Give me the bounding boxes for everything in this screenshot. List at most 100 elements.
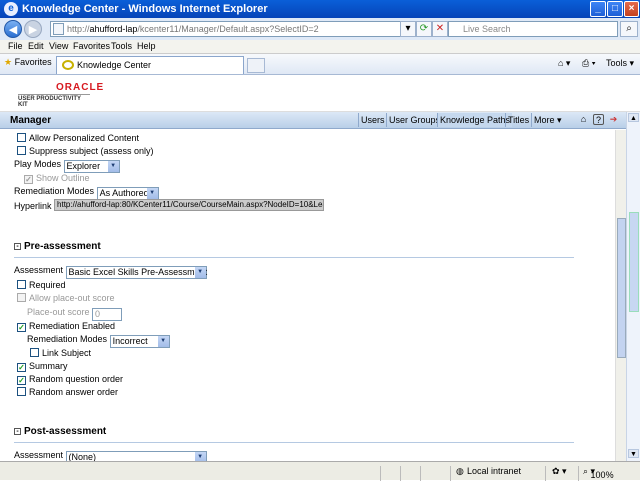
menu-tools[interactable]: Tools	[111, 41, 132, 51]
chevron-down-icon: ▼	[194, 452, 206, 461]
nav-knowledge-paths[interactable]: Knowledge Paths	[437, 113, 513, 127]
ie-icon: e	[4, 2, 18, 16]
menu-file[interactable]: File	[8, 41, 23, 51]
pre-remediation-modes-value: Incorrect	[112, 336, 148, 346]
stop-icon[interactable]: ✕	[432, 21, 448, 37]
random-answer-row: Random answer order	[17, 386, 118, 398]
remediation-enabled-checkbox[interactable]: ✓	[17, 323, 26, 332]
scroll-down-icon[interactable]: ▼	[628, 449, 639, 458]
page-scrollbar-thumb[interactable]	[629, 212, 639, 312]
menu-edit[interactable]: Edit	[28, 41, 44, 51]
remediation-modes-row: Remediation Modes As Authored ▼	[14, 185, 159, 200]
pre-assessment-select[interactable]: Basic Excel Skills Pre-Assessment ▼	[65, 266, 208, 279]
menu-help[interactable]: Help	[137, 41, 156, 51]
help-icon[interactable]: ?	[593, 114, 604, 125]
link-subject-checkbox[interactable]	[30, 348, 39, 357]
chevron-down-icon: ▼	[194, 267, 206, 278]
show-outline-row: ✓ Show Outline	[24, 172, 90, 184]
scroll-up-icon[interactable]: ▲	[628, 113, 639, 122]
search-input[interactable]: Live Search	[448, 21, 618, 37]
home-icon[interactable]: ⌂ ▾	[558, 58, 570, 69]
post-assessment-select[interactable]: (None) ▼	[65, 451, 207, 461]
home-icon[interactable]: ⌂	[578, 114, 589, 125]
post-assessment-label: Assessment	[14, 450, 64, 460]
collapse-icon[interactable]: -	[14, 243, 21, 250]
nav-user-groups[interactable]: User Groups	[386, 113, 442, 127]
close-button[interactable]: ×	[624, 1, 639, 17]
suppress-subject-row: Suppress subject (assess only)	[17, 145, 154, 157]
zone-label: Local intranet	[467, 466, 522, 476]
post-assessment-row: Assessment (None) ▼	[14, 449, 207, 461]
search-icon[interactable]: ⌕	[620, 21, 638, 37]
divider	[400, 466, 401, 481]
divider	[380, 466, 381, 481]
nav-titles[interactable]: Titles	[505, 113, 531, 127]
content-scrollbar[interactable]	[615, 130, 626, 461]
collapse-icon[interactable]: -	[14, 428, 21, 435]
required-checkbox[interactable]	[17, 280, 26, 289]
random-answer-checkbox[interactable]	[17, 387, 26, 396]
address-dropdown-icon[interactable]: ▾	[400, 21, 416, 37]
address-prefix: http://	[67, 24, 90, 34]
zoom-control[interactable]: ⌕ 100% ▾	[583, 466, 614, 480]
tools-label: Tools	[606, 58, 628, 68]
allow-placeout-checkbox[interactable]	[17, 293, 26, 302]
logout-icon[interactable]: ➔	[608, 114, 619, 125]
menu-view[interactable]: View	[49, 41, 68, 51]
menu-bar: File Edit View Favorites Tools Help	[0, 40, 640, 54]
globe-icon: ◍	[456, 466, 464, 476]
summary-row: ✓ Summary	[17, 360, 68, 372]
star-icon: ★	[4, 57, 13, 67]
address-field[interactable]: http://ahufford-lap/kcenter11/Manager/De…	[50, 21, 416, 37]
favorites-button[interactable]: ★ Favorites	[4, 57, 52, 68]
forward-button[interactable]: ▶	[24, 20, 42, 38]
allow-personalized-row: Allow Personalized Content	[17, 132, 139, 144]
divider	[14, 442, 574, 443]
new-tab-button[interactable]	[247, 58, 265, 73]
pre-assessment-value: Basic Excel Skills Pre-Assessment	[68, 267, 208, 277]
tab-knowledge-center[interactable]: Knowledge Center	[56, 56, 244, 74]
post-assessment-header[interactable]: - Post-assessment	[14, 426, 106, 437]
required-row: Required	[17, 279, 66, 291]
page-scrollbar[interactable]: ▲ ▼	[626, 112, 640, 461]
favorites-bar: ★ Favorites Knowledge Center ⌂ ▾ ⎙ ▾ Too…	[0, 54, 640, 75]
title-bar: e Knowledge Center - Windows Internet Ex…	[0, 0, 640, 18]
random-question-checkbox[interactable]: ✓	[17, 376, 26, 385]
placeout-score-row: Place-out score 0	[27, 306, 123, 321]
minimize-button[interactable]: _	[590, 1, 606, 17]
print-icon[interactable]: ⎙ ▾	[582, 58, 595, 69]
placeout-score-label: Place-out score	[27, 307, 90, 317]
required-label: Required	[29, 280, 66, 290]
play-modes-row: Play Modes Explorer ▼	[14, 158, 120, 173]
content-scrollbar-thumb[interactable]	[617, 218, 626, 358]
nav-more[interactable]: More ▾	[531, 113, 564, 127]
refresh-icon[interactable]: ⟳	[416, 21, 432, 37]
hyperlink-label: Hyperlink	[14, 201, 52, 211]
play-modes-value: Explorer	[66, 161, 101, 171]
divider	[450, 466, 451, 481]
allow-placeout-row: Allow place-out score	[17, 292, 115, 304]
pre-assessment-header[interactable]: - Pre-assessment	[14, 241, 101, 252]
nav-users[interactable]: Users	[358, 113, 387, 127]
divider	[14, 257, 574, 258]
back-button[interactable]: ◀	[4, 20, 22, 38]
hyperlink-field[interactable]: http://ahufford-lap:80/KCenter11/Course/…	[54, 199, 325, 211]
link-subject-row: Link Subject	[30, 347, 91, 359]
menu-favorites[interactable]: Favorites	[73, 41, 110, 51]
post-assessment-title: Post-assessment	[24, 426, 107, 437]
show-outline-checkbox[interactable]: ✓	[24, 175, 33, 184]
pre-remediation-modes-select[interactable]: Incorrect ▼	[109, 335, 170, 348]
pre-remediation-modes-row: Remediation Modes Incorrect ▼	[27, 333, 170, 348]
protected-mode-icon[interactable]: ✿ ▾	[552, 466, 567, 477]
summary-checkbox[interactable]: ✓	[17, 363, 26, 372]
maximize-button[interactable]: □	[607, 1, 623, 17]
banner: ORACLE USER PRODUCTIVITY KIT	[0, 76, 640, 112]
tools-command[interactable]: Tools ▾	[606, 58, 634, 69]
pre-assessment-row: Assessment Basic Excel Skills Pre-Assess…	[14, 264, 207, 279]
nav-more-label: More	[534, 115, 555, 125]
suppress-subject-checkbox[interactable]	[17, 146, 26, 155]
manager-title: Manager	[10, 115, 52, 126]
pre-remediation-modes-label: Remediation Modes	[27, 334, 108, 344]
allow-personalized-checkbox[interactable]	[17, 133, 26, 142]
main-content: Allow Personalized Content Suppress subj…	[0, 130, 615, 461]
